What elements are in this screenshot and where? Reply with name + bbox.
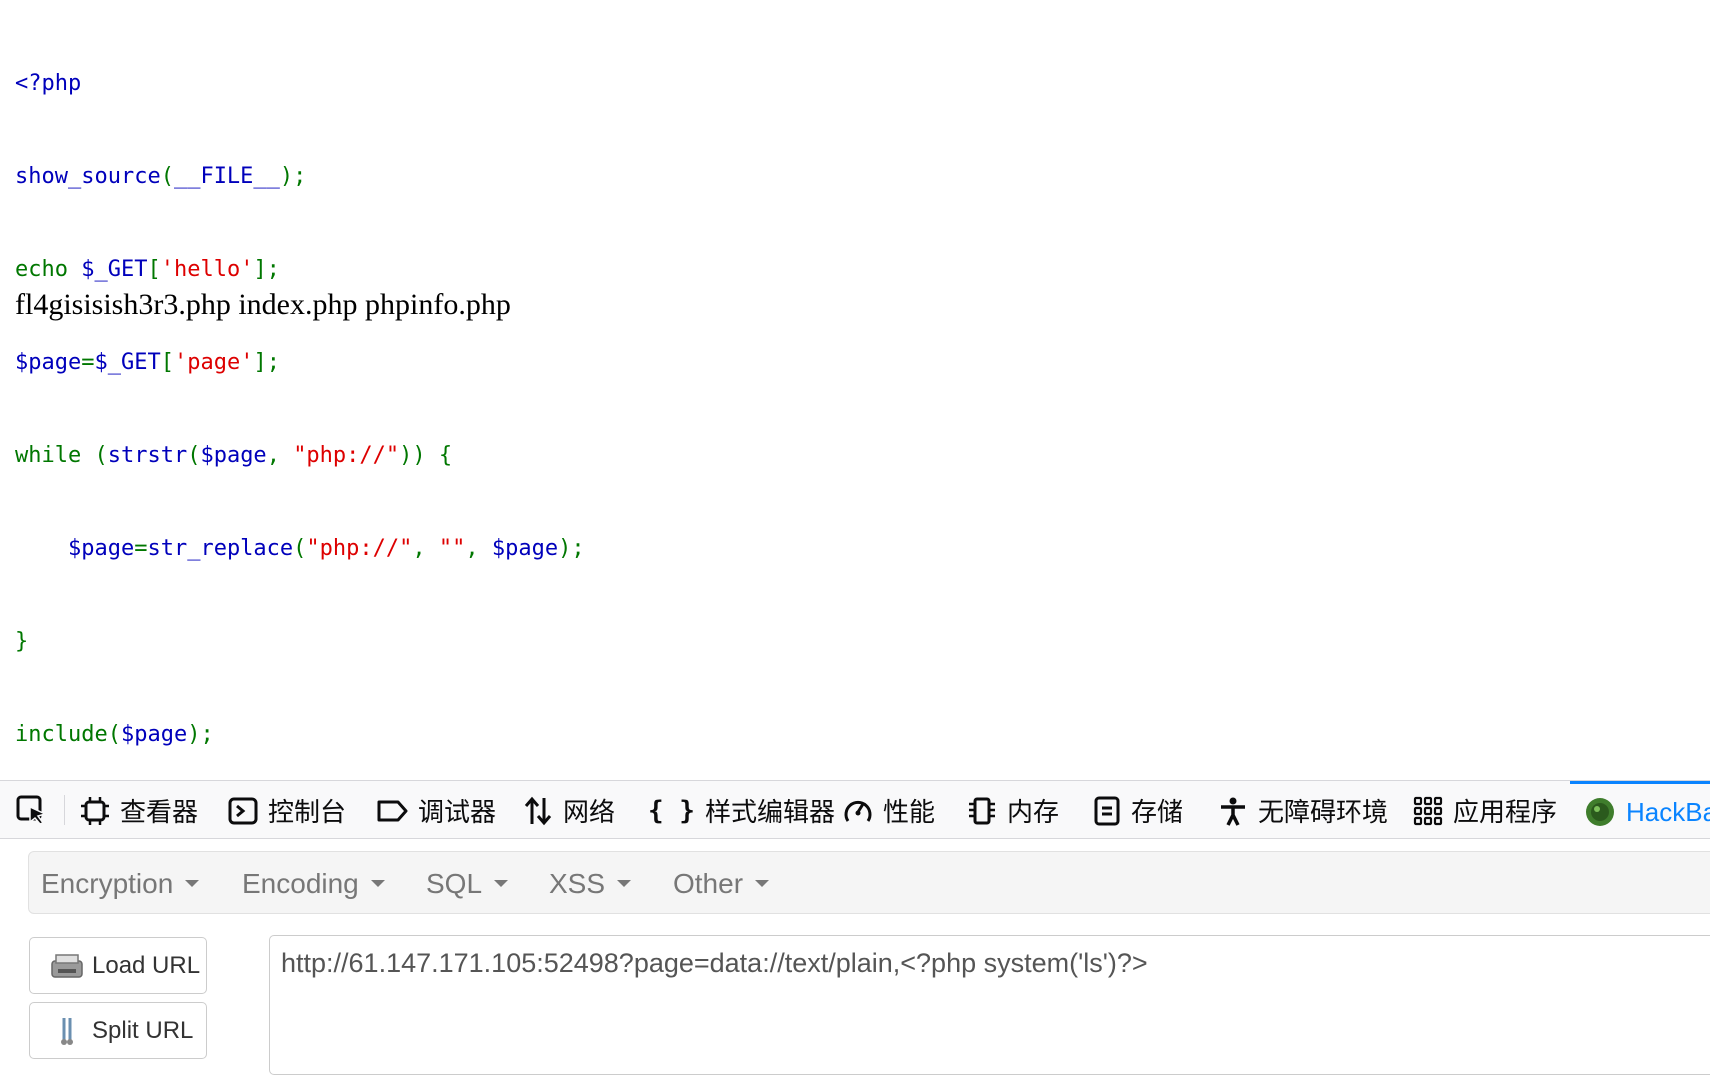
menu-label: XSS: [549, 867, 606, 899]
tab-memory[interactable]: 内存: [967, 781, 1059, 840]
devtools-toolbar: 查看器 控制台 调试器 网络 { } 样式编辑器 性能 内存 存储 无障碍环境 …: [0, 780, 1710, 839]
tab-label: 调试器: [418, 797, 497, 827]
code-line: }: [15, 629, 29, 654]
url-text: http://61.147.171.105:52498?page=data://…: [281, 948, 1148, 978]
application-icon: [1413, 796, 1443, 825]
url-input[interactable]: http://61.147.171.105:52498?page=data://…: [269, 935, 1710, 1075]
code-line: include($page);: [15, 722, 214, 747]
tab-label: 内存: [1007, 797, 1060, 827]
tab-storage[interactable]: 存储: [1093, 781, 1183, 840]
load-url-label: Load URL: [92, 951, 201, 979]
memory-icon: [969, 797, 995, 824]
element-picker-button[interactable]: [10, 793, 54, 827]
tab-console[interactable]: 控制台: [228, 781, 346, 840]
toolbar-divider: [64, 795, 65, 825]
caret-down-icon: [755, 880, 770, 887]
split-url-label: Split URL: [92, 1016, 194, 1044]
inspector-icon: [81, 796, 109, 825]
hackbar-icon: [1586, 798, 1614, 826]
tab-label: 查看器: [120, 797, 199, 827]
accessibility-icon: [1221, 797, 1245, 826]
menu-label: Encryption: [41, 867, 174, 899]
code-line: show_source(__FILE__);: [15, 164, 307, 189]
caret-down-icon: [185, 880, 200, 887]
tab-application[interactable]: 应用程序: [1413, 781, 1557, 840]
menu-encoding[interactable]: Encoding: [242, 852, 385, 915]
load-url-button[interactable]: Load URL: [29, 937, 207, 994]
style-editor-icon: { }: [648, 795, 695, 826]
menu-encryption[interactable]: Encryption: [41, 852, 200, 915]
tab-network[interactable]: 网络: [523, 781, 615, 840]
caret-down-icon: [370, 880, 385, 887]
network-icon: [524, 796, 552, 825]
tab-label: 应用程序: [1453, 797, 1558, 827]
devtools-panel: 查看器 控制台 调试器 网络 { } 样式编辑器 性能 内存 存储 无障碍环境 …: [0, 780, 1710, 1075]
caret-down-icon: [494, 880, 509, 887]
menu-label: Other: [673, 867, 744, 899]
tab-label: 无障碍环境: [1258, 797, 1389, 827]
caret-down-icon: [617, 880, 632, 887]
tab-label: HackBar: [1626, 796, 1710, 827]
php-source-view: <?php show_source(__FILE__); echo $_GET[…: [15, 6, 585, 874]
menu-xss[interactable]: XSS: [549, 852, 632, 915]
performance-icon: [844, 800, 872, 822]
code-line: while (strstr($page, "php://")) {: [15, 443, 453, 468]
split-url-icon: [61, 1017, 73, 1045]
menu-label: SQL: [426, 867, 483, 899]
tab-label: 存储: [1131, 797, 1184, 827]
storage-icon: [1094, 796, 1120, 825]
tab-label: 网络: [563, 797, 616, 827]
hackbar-panel: Encryption Encoding SQL XSS Other Load U…: [0, 839, 1710, 1075]
load-url-icon: [51, 953, 83, 978]
tab-accessibility[interactable]: 无障碍环境: [1218, 781, 1388, 840]
menu-other[interactable]: Other: [673, 852, 770, 915]
command-output: fl4gisisish3r3.php index.php phpinfo.php: [15, 288, 511, 321]
tab-debugger[interactable]: 调试器: [376, 781, 496, 840]
menu-label: Encoding: [242, 867, 359, 899]
code-line: echo $_GET['hello'];: [15, 257, 280, 282]
element-picker-icon: [16, 795, 48, 825]
tab-inspector[interactable]: 查看器: [80, 781, 198, 840]
code-line: $page=$_GET['page'];: [15, 350, 280, 375]
hackbar-menu: Encryption Encoding SQL XSS Other: [28, 851, 1710, 914]
tab-label: 控制台: [268, 797, 347, 827]
console-icon: [228, 797, 258, 824]
tab-style-editor[interactable]: { } 样式编辑器: [648, 781, 835, 840]
tab-performance[interactable]: 性能: [843, 781, 935, 840]
menu-sql[interactable]: SQL: [426, 852, 509, 915]
debugger-icon: [377, 800, 408, 821]
tab-label: 性能: [883, 797, 936, 827]
tab-hackbar[interactable]: HackBar: [1570, 781, 1710, 840]
code-line: $page=str_replace("php://", "", $page);: [67, 536, 585, 561]
split-url-button[interactable]: Split URL: [29, 1002, 207, 1059]
code-line: <?php: [15, 71, 82, 96]
tab-label: 样式编辑器: [704, 797, 835, 827]
